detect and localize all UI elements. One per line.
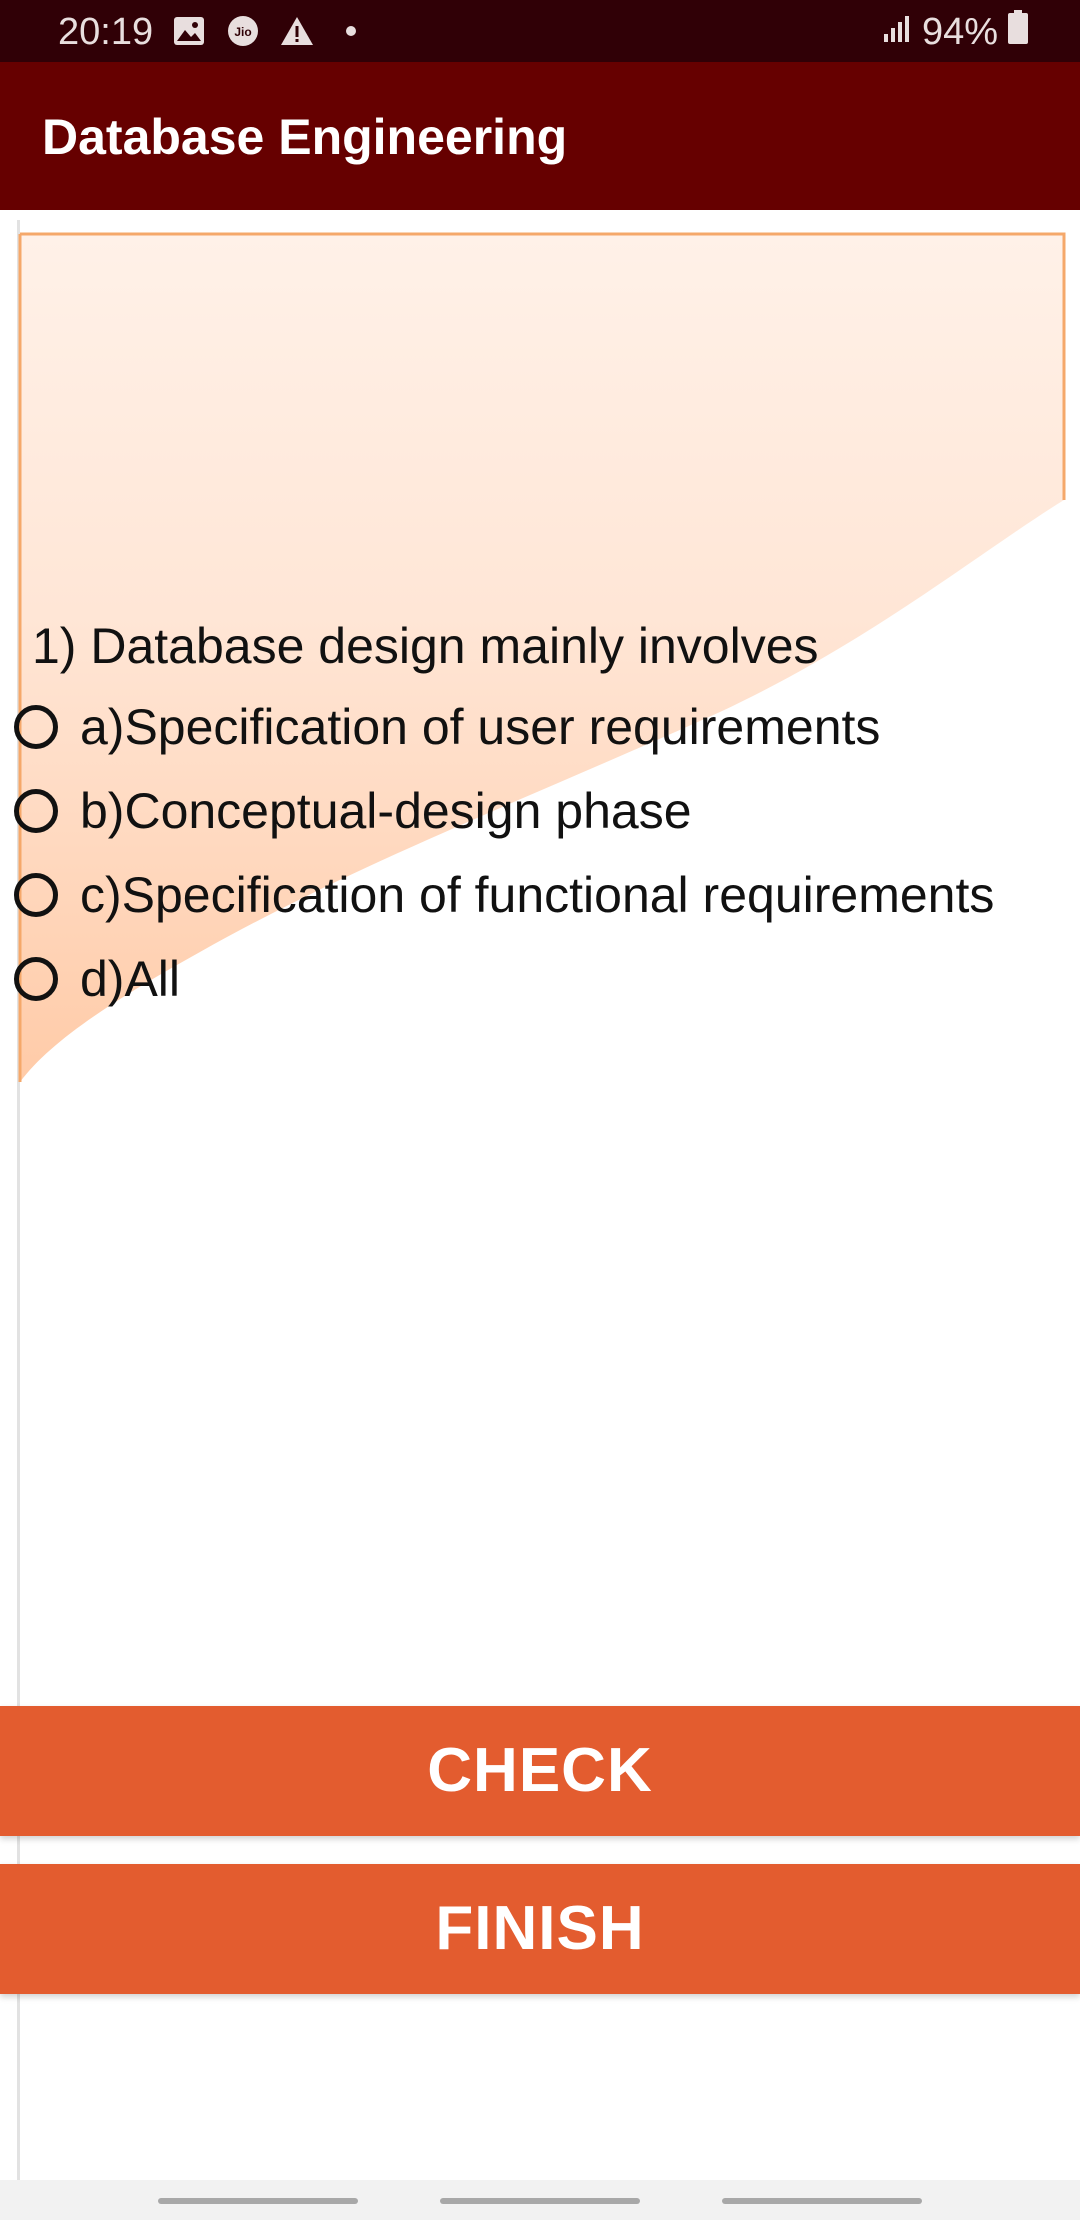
back-handle[interactable] (722, 2198, 922, 2204)
home-handle[interactable] (440, 2198, 640, 2204)
status-icons-left: Jio (172, 14, 368, 48)
battery-icon (1008, 10, 1028, 54)
option-d[interactable]: d)All (14, 946, 180, 1012)
status-time: 20:19 (58, 11, 154, 53)
status-right: 94% (882, 10, 1028, 54)
option-label: c)Specification of functional requiremen… (80, 867, 995, 923)
dot-icon (334, 14, 368, 48)
question-text: 1) Database design mainly involves (32, 618, 819, 674)
alert-icon (280, 14, 314, 48)
finish-button[interactable]: FINISH (0, 1864, 1080, 1994)
status-bar: 20:19 Jio 94% (0, 0, 1080, 62)
option-b[interactable]: b)Conceptual-design phase (14, 778, 692, 844)
image-icon (172, 14, 206, 48)
jio-icon: Jio (226, 14, 260, 48)
option-a[interactable]: a)Specification of user requirements (14, 694, 880, 760)
battery-percent: 94% (921, 11, 998, 53)
recents-handle[interactable] (158, 2198, 358, 2204)
signal-icon (882, 10, 912, 54)
radio-button-icon[interactable] (14, 957, 58, 1001)
option-c[interactable]: c)Specification of functional requiremen… (14, 862, 994, 928)
option-label: d)All (80, 951, 181, 1007)
app-title: Database Engineering (42, 109, 568, 165)
option-label: b)Conceptual-design phase (80, 783, 692, 839)
radio-button-icon[interactable] (14, 705, 58, 749)
app-bar: Database Engineering (0, 62, 1080, 210)
radio-button-icon[interactable] (14, 873, 58, 917)
svg-text:Jio: Jio (234, 25, 251, 39)
option-label: a)Specification of user requirements (80, 699, 881, 755)
check-button[interactable]: CHECK (0, 1706, 1080, 1836)
radio-button-icon[interactable] (14, 789, 58, 833)
navigation-bar (0, 2180, 1080, 2220)
main-content: 1) Database design mainly involves a)Spe… (0, 210, 1080, 2180)
